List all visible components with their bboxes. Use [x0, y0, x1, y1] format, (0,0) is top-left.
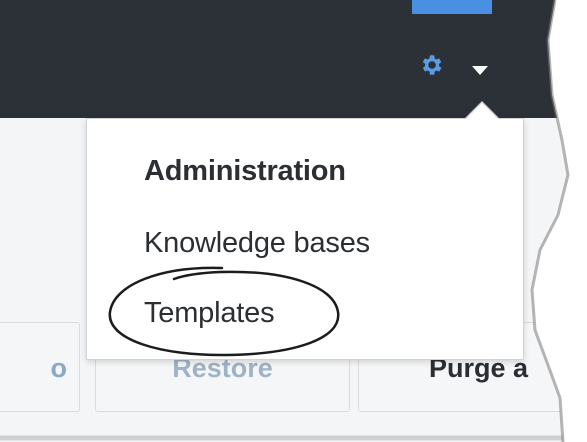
menu-heading-administration: Administration [144, 155, 346, 187]
menu-item-knowledge-bases[interactable]: Knowledge bases [144, 227, 370, 260]
gear-icon[interactable] [418, 52, 444, 78]
menu-item-templates[interactable]: Templates [144, 297, 275, 330]
toolbar-button-partial-label: o [50, 353, 68, 383]
toolbar-button-partial[interactable]: o [0, 322, 80, 412]
user-avatar-icon[interactable] [552, 48, 582, 84]
dropdown-pointer [466, 103, 498, 119]
screenshot-cutout: o Restore Purge a Administration Knowled… [0, 0, 582, 442]
active-tab-indicator [412, 0, 492, 14]
caret-down-icon[interactable] [469, 63, 491, 77]
screenshot-stage: o Restore Purge a Administration Knowled… [0, 0, 587, 442]
settings-dropdown-menu: Administration Knowledge bases Templates [86, 118, 524, 360]
